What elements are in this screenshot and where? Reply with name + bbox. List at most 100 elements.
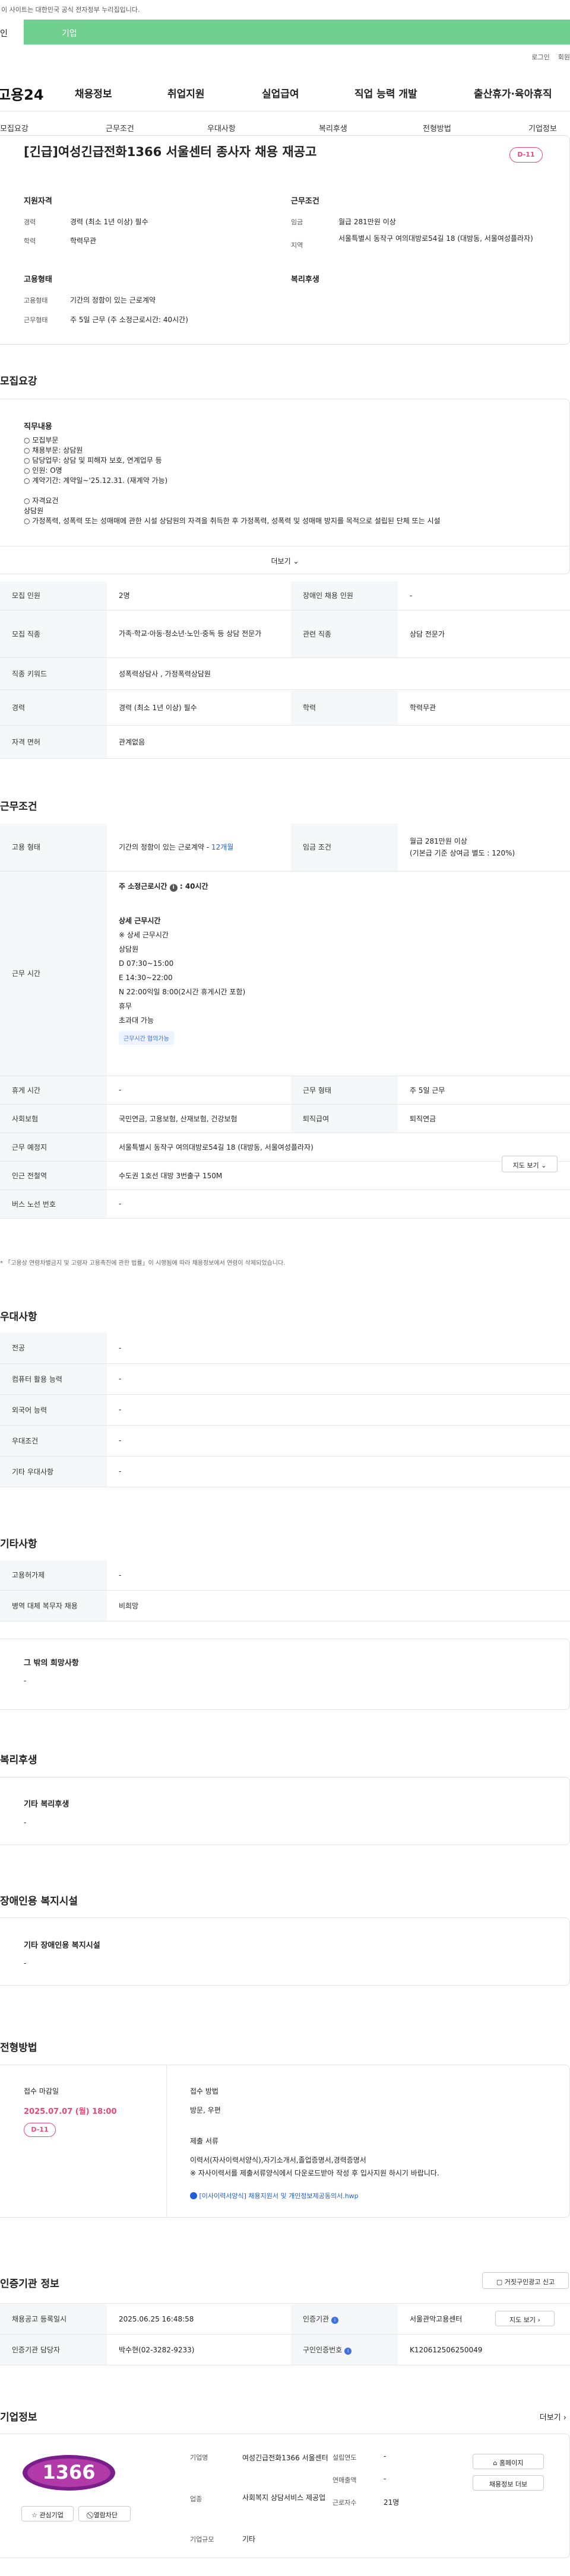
nav-job-info[interactable]: 채용정보 — [75, 85, 112, 100]
req-heading: 모집요강 — [0, 376, 37, 387]
info-icon[interactable]: i — [331, 2317, 338, 2324]
table-cell: 국민연금, 고용보험, 산재보험, 건강보험 — [107, 1104, 291, 1133]
size-label: 기업규모 — [190, 2536, 214, 2543]
fav-label: 관심기업 — [39, 2511, 64, 2519]
signup-link[interactable]: 회원 — [558, 53, 570, 61]
nav-employment-support[interactable]: 취업지원 — [167, 85, 205, 100]
edu-value: 학력무관 — [70, 237, 97, 245]
duty-text: ○ 모집부문 ○ 채용부문: 상담원 ○ 담당업무: 상담 및 피해자 보호, … — [24, 436, 441, 525]
table-cell: - — [107, 1456, 570, 1487]
table-cell: 임금 조건 — [291, 823, 398, 872]
tab-individual[interactable]: 인 — [0, 20, 24, 44]
tab-company[interactable]: 기업정보 — [528, 122, 557, 133]
welfare-card — [0, 1777, 570, 1845]
logo-text: 1366 — [42, 2461, 95, 2483]
hope-title: 그 밖의 희망사항 — [24, 1659, 79, 1668]
deadline-label: 접수 마감일 — [24, 2087, 59, 2095]
hope-value: - — [24, 1677, 27, 1685]
wage-label: 임금 — [291, 218, 303, 226]
tab-welfare[interactable]: 복리후생 — [319, 122, 347, 133]
table-cell: 병역 대체 복무자 채용 — [0, 1590, 107, 1621]
table-cell: 성폭력상담사 , 가정폭력상담원 — [107, 657, 570, 690]
block-label: 열람차단 — [93, 2511, 118, 2519]
screen-heading: 전형방법 — [0, 2042, 37, 2054]
duty-title: 직무내용 — [24, 422, 52, 431]
nav-unemployment-benefit[interactable]: 실업급여 — [262, 85, 299, 100]
tab-requirements[interactable]: 모집요강 — [0, 122, 28, 133]
cond-title: 근무조건 — [291, 197, 319, 206]
cert-heading: 인증기관 정보 — [0, 2278, 59, 2290]
gov-notice: 이 사이트는 대한민국 공식 전자정부 누리집입니다. — [0, 0, 570, 18]
wage-value: 월급 281만원 이상 — [338, 218, 396, 226]
career-label: 경력 — [24, 218, 36, 226]
table-cell: 학력무관 — [398, 689, 570, 726]
table-cell: 기간의 정함이 있는 근로계약 - 12개월 — [107, 823, 291, 872]
site-logo[interactable]: 고용24 — [0, 83, 44, 104]
year-value: - — [384, 2452, 387, 2460]
tab-conditions[interactable]: 근무조건 — [106, 122, 134, 133]
year-label: 설립연도 — [332, 2454, 357, 2461]
false-ad-report-button[interactable]: ▢ 거짓구인광고 신고 — [482, 2272, 569, 2289]
hope-card — [0, 1639, 570, 1710]
table-row: 모집 직종 가족·학교·아동·청소년·노인·중독 등 상담 전문가 관련 직종 상담 … — [0, 610, 570, 658]
table-row: 모집 인원 2명 장애인 채용 인원 - — [0, 581, 570, 610]
industry-value: 사회복지 상담서비스 제공업 — [242, 2494, 326, 2502]
table-cell: K120612506250049 — [398, 2334, 570, 2365]
company-logo-image: 1366 — [23, 2455, 115, 2491]
file-name: [이사이력서양식] 채용지원서 및 개인정보제공동의서.hwp — [199, 2192, 359, 2200]
table-cell: 2명 — [107, 581, 291, 610]
tab-preferences[interactable]: 우대사항 — [207, 122, 236, 133]
job-title: [긴급]여성긴급전화1366 서울센터 종사자 채용 재공고 — [24, 145, 317, 159]
fav-company-button[interactable]: ☆ 관심기업 — [21, 2506, 74, 2521]
company-logo: 1366 — [21, 2449, 116, 2497]
table-cell: 고용허가제 — [0, 1560, 107, 1591]
disabled-heading: 장애인용 복지시설 — [0, 1896, 78, 1907]
table-row: 버스 노선 번호 - — [0, 1190, 570, 1219]
table-cell: 버스 노선 번호 — [0, 1190, 107, 1219]
cond-heading: 근무조건 — [0, 801, 37, 813]
tab-company[interactable]: 기업 — [62, 27, 77, 39]
info-icon[interactable]: i — [344, 2348, 352, 2355]
table-cell: 관계없음 — [107, 725, 570, 759]
tab-screening[interactable]: 전형방법 — [423, 122, 451, 133]
more-button[interactable]: 더보기 ⌄ — [0, 546, 570, 574]
login-link[interactable]: 로그인 — [531, 53, 549, 61]
cert-map-button[interactable]: 지도 보기 › — [495, 2311, 555, 2326]
nav-vocational-training[interactable]: 직업 능력 개발 — [354, 85, 417, 100]
star-icon: ☆ — [31, 2511, 37, 2519]
hours-line: 주 소정근로시간 i : 40시간 — [119, 882, 208, 892]
table-cell: 전공 — [0, 1332, 107, 1364]
home-icon: ⌂ — [493, 2459, 498, 2467]
table-cell: 박수현(02-3282-9233) — [107, 2334, 291, 2365]
block-company-button[interactable]: ⃠ 열람차단 — [78, 2506, 131, 2521]
type-value: 기간의 정함이 있는 근로계약 — [70, 296, 156, 304]
etc-table: 고용허가제 - 병역 대체 복무자 채용 비희망 — [0, 1560, 570, 1621]
docs-file-link[interactable]: [이사이력서양식] 채용지원서 및 개인정보제공동의서.hwp — [190, 2191, 359, 2200]
nav-parental-leave[interactable]: 출산휴가·육아휴직 — [474, 85, 552, 100]
info-icon[interactable]: i — [169, 883, 178, 892]
table-row: 컴퓨터 활용 능력 - — [0, 1363, 570, 1395]
pref-heading: 우대사항 — [0, 1311, 37, 1323]
sales-value: - — [384, 2475, 387, 2483]
table-cell: 주 소정근로시간 i : 40시간 상세 근무시간 ※ 상세 근무시간 상담원 … — [107, 871, 570, 1076]
table-cell: 가족·학교·아동·청소년·노인·중독 등 상담 전문가 — [107, 610, 291, 658]
table-row: 자격 면허 관계없음 — [0, 725, 570, 759]
table-row: 채용공고 등록일시 2025.06.25 16:48:58 인증기관 i 서울관악고용… — [0, 2303, 570, 2335]
report-icon: ▢ — [496, 2278, 503, 2286]
table-row: 근무 예정지 서울특별시 동작구 여의대방로54길 18 (대방동, 서울여성플라… — [0, 1133, 570, 1162]
emp-type-text: 기간의 정함이 있는 근로계약 - — [119, 843, 211, 852]
company-more-link[interactable]: 더보기 › — [540, 2411, 566, 2422]
homepage-button[interactable]: ⌂ 홈페이지 — [473, 2454, 544, 2469]
table-cell: 수도권 1호선 대방 3번출구 150M — [107, 1161, 570, 1190]
method-label: 접수 방법 — [190, 2087, 218, 2095]
table-row: 전공 - — [0, 1332, 570, 1364]
util-links: 로그인 회원 — [523, 52, 570, 62]
map-button[interactable]: 지도 보기 ⌄ — [502, 1156, 558, 1172]
hours-value: 40시간 — [185, 882, 208, 891]
table-row: 근무 시간 주 소정근로시간 i : 40시간 상세 근무시간 ※ 상세 근무시… — [0, 871, 570, 1076]
company-jobs-button[interactable]: 채용정보 더보 — [473, 2475, 544, 2491]
homepage-label: 홈페이지 — [499, 2459, 524, 2467]
global-nav: 고용24 채용정보 취업지원 실업급여 직업 능력 개발 출산휴가·육아휴직 — [0, 70, 570, 112]
hours-tag: 근무시간 협의가능 — [119, 1031, 174, 1045]
table-cell: 근무 시간 — [0, 871, 107, 1076]
